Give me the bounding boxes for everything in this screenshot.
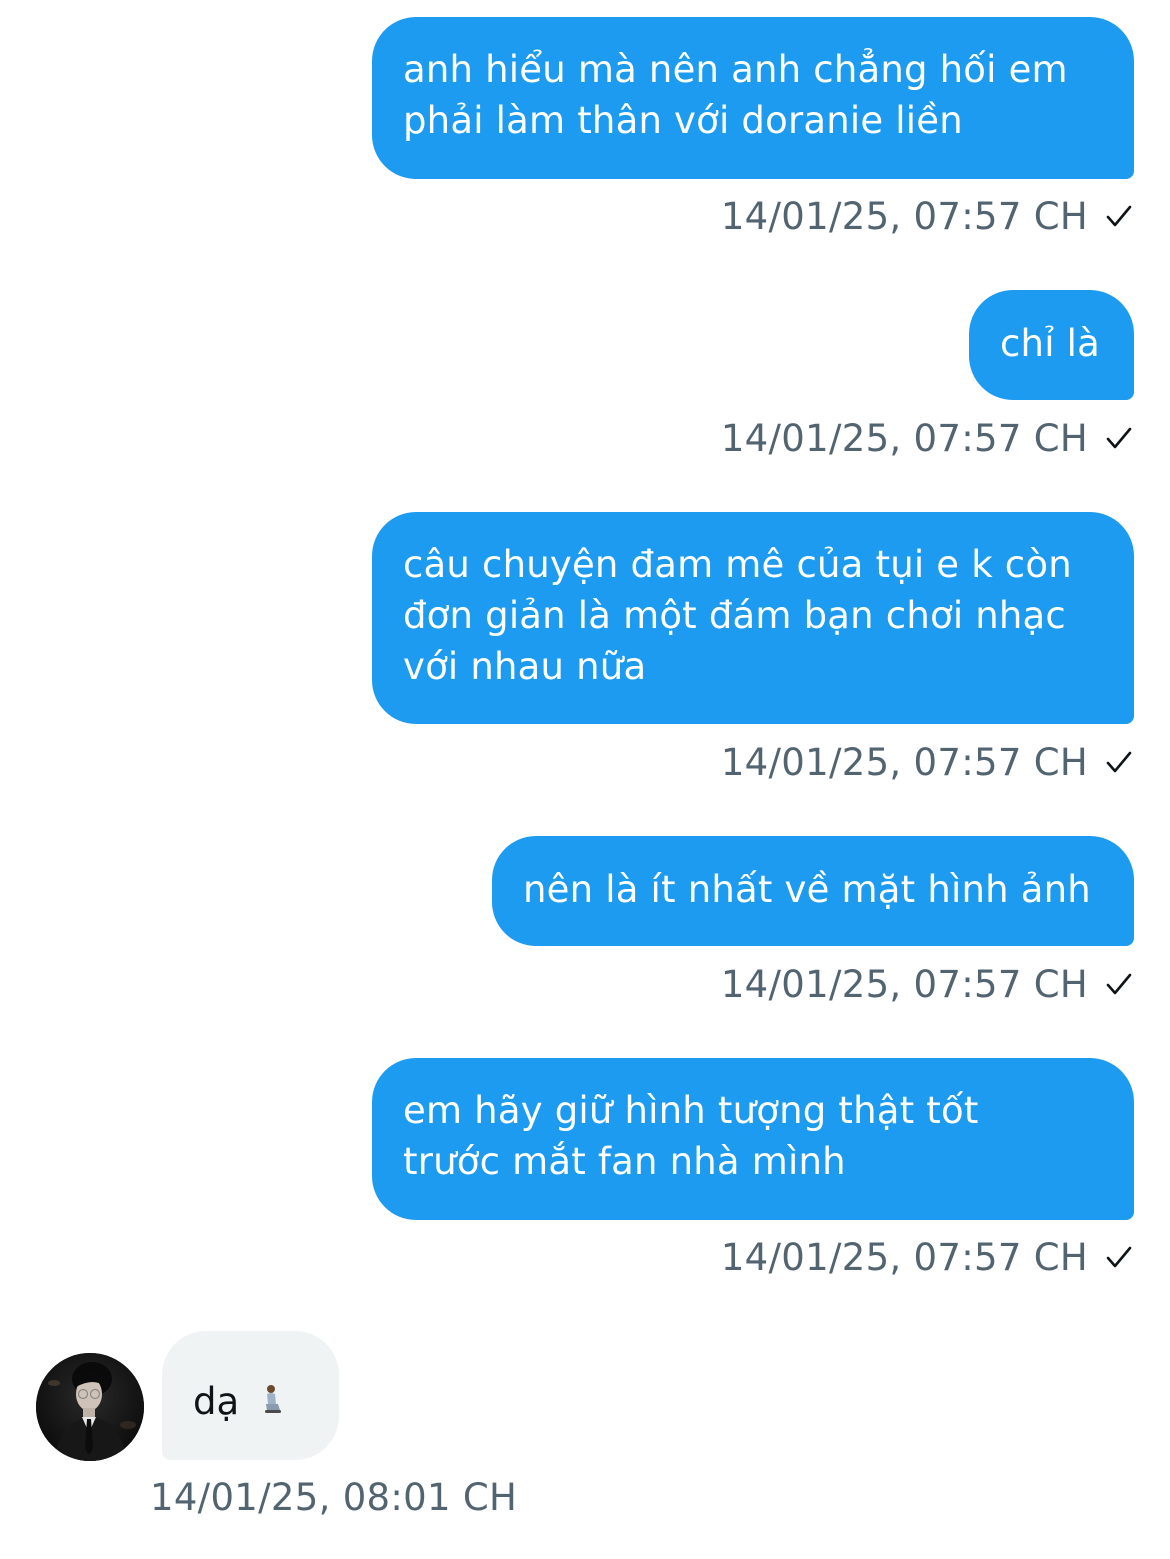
sent-message-bubble[interactable]: em hãy giữ hình tượng thật tốt trước mắt… xyxy=(372,1058,1134,1220)
received-message-text: dạ xyxy=(193,1380,240,1423)
message-timestamp: 14/01/25, 07:57 CH xyxy=(720,416,1088,460)
message-timestamp: 14/01/25, 08:01 CH xyxy=(150,1475,518,1519)
check-icon xyxy=(1106,751,1132,773)
message-meta: 14/01/25, 07:57 CH xyxy=(721,192,1132,240)
message-meta: 14/01/25, 07:57 CH xyxy=(721,738,1132,786)
check-icon xyxy=(1106,427,1132,449)
received-message-meta: 14/01/25, 08:01 CH xyxy=(150,1473,517,1521)
sent-message-bubble[interactable]: nên là ít nhất về mặt hình ảnh xyxy=(492,836,1134,946)
message-meta: 14/01/25, 07:57 CH xyxy=(721,414,1132,462)
sent-message-bubble[interactable]: câu chuyện đam mê của tụi e k còn đơn gi… xyxy=(372,512,1134,724)
sent-message-bubble[interactable]: anh hiểu mà nên anh chẳng hối em phải là… xyxy=(372,17,1134,179)
message-timestamp: 14/01/25, 07:57 CH xyxy=(720,740,1088,784)
message-meta: 14/01/25, 07:57 CH xyxy=(721,960,1132,1008)
message-timestamp: 14/01/25, 07:57 CH xyxy=(720,962,1088,1006)
message-meta: 14/01/25, 07:57 CH xyxy=(721,1233,1132,1281)
sent-message-bubble[interactable]: chỉ là xyxy=(969,290,1134,400)
avatar[interactable] xyxy=(36,1353,144,1461)
check-icon xyxy=(1106,205,1132,227)
check-icon xyxy=(1106,973,1132,995)
person-kneeling-emoji xyxy=(265,1385,282,1413)
message-timestamp: 14/01/25, 07:57 CH xyxy=(720,1235,1088,1279)
received-message-bubble[interactable]: dạ xyxy=(162,1331,339,1460)
avatar-image xyxy=(36,1353,144,1461)
message-timestamp: 14/01/25, 07:57 CH xyxy=(720,194,1088,238)
check-icon xyxy=(1106,1246,1132,1268)
